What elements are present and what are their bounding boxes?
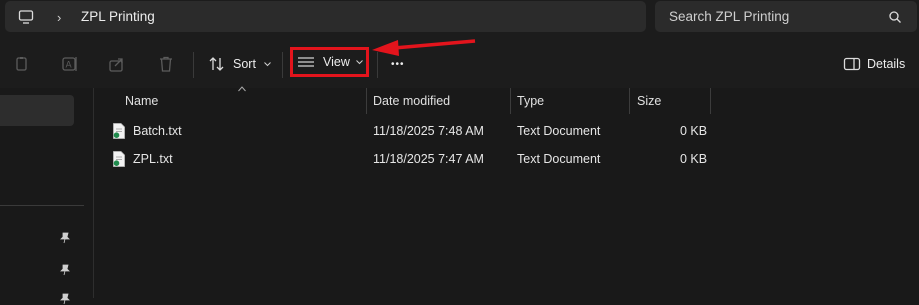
address-bar-area: › ZPL Printing (0, 0, 919, 40)
file-size: 0 KB (680, 124, 708, 138)
file-type: Text Document (517, 124, 601, 138)
file-date: 11/18/2025 7:48 AM (373, 124, 484, 138)
column-header-size[interactable]: Size (637, 94, 661, 108)
details-label: Details (867, 57, 906, 71)
breadcrumb-chevron[interactable]: › (57, 10, 61, 25)
chevron-down-icon (264, 61, 271, 66)
copy-icon (16, 57, 27, 71)
search-box (655, 1, 917, 32)
view-label: View (323, 55, 350, 69)
search-icon[interactable] (888, 10, 902, 24)
view-list-icon (298, 57, 314, 67)
column-divider[interactable] (510, 88, 511, 114)
breadcrumb-item[interactable]: ZPL Printing (81, 9, 155, 24)
file-row[interactable]: ZPL.txt 11/18/2025 7:47 AM Text Document… (104, 148, 724, 170)
toolbar-divider (193, 52, 194, 78)
file-size: 0 KB (680, 152, 708, 166)
annotation-arrow (372, 39, 476, 56)
toolbar-divider (282, 52, 283, 78)
file-date: 11/18/2025 7:47 AM (373, 152, 484, 166)
column-header-date[interactable]: Date modified (373, 94, 450, 108)
rename-button[interactable]: A (61, 40, 79, 88)
delete-button[interactable] (157, 40, 175, 88)
address-bar[interactable]: › ZPL Printing (5, 1, 646, 32)
pane-divider[interactable] (93, 88, 94, 298)
share-icon (109, 58, 123, 72)
share-button[interactable] (108, 40, 126, 88)
pin-icon[interactable] (60, 232, 70, 244)
copy-button[interactable] (13, 40, 31, 88)
file-name: Batch.txt (133, 124, 182, 138)
sort-button[interactable]: Sort (208, 40, 271, 88)
sort-icon (209, 57, 224, 71)
pin-icon[interactable] (60, 293, 70, 305)
rename-icon: A (62, 57, 77, 71)
search-input[interactable] (655, 1, 885, 32)
svg-text:A: A (66, 61, 73, 71)
text-file-icon (113, 151, 125, 167)
column-header-name[interactable]: Name (125, 94, 158, 108)
pin-icon[interactable] (60, 264, 70, 276)
text-file-icon (113, 123, 125, 139)
details-pane-icon (843, 57, 861, 71)
column-header: Name Date modified Type Size (104, 88, 724, 114)
column-divider[interactable] (629, 88, 630, 114)
column-header-type[interactable]: Type (517, 94, 544, 108)
navigation-pane (0, 88, 93, 305)
sort-label: Sort (233, 57, 256, 71)
file-name: ZPL.txt (133, 152, 173, 166)
nav-selected-item[interactable] (0, 95, 74, 126)
view-button[interactable]: View (290, 47, 369, 77)
column-divider[interactable] (710, 88, 711, 114)
file-type: Text Document (517, 152, 601, 166)
this-pc-icon[interactable] (18, 9, 34, 25)
delete-icon (160, 56, 172, 72)
column-divider[interactable] (366, 88, 367, 114)
details-pane-button[interactable]: Details (843, 40, 905, 88)
nav-divider (0, 205, 84, 206)
more-options-icon: ••• (391, 58, 405, 70)
file-row[interactable]: Batch.txt 11/18/2025 7:48 AM Text Docume… (104, 120, 724, 142)
chevron-down-icon (356, 59, 363, 64)
